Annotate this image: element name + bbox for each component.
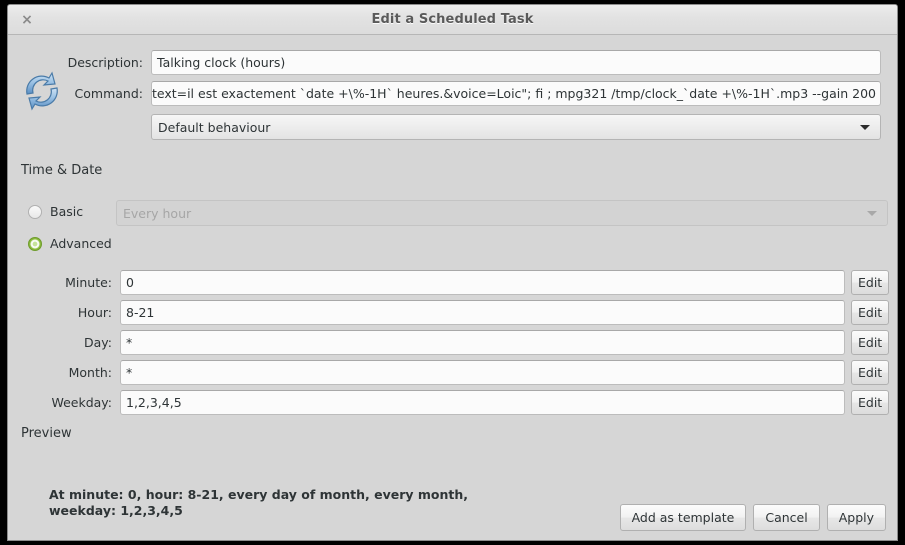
chevron-down-icon — [860, 124, 870, 130]
dialog-content: Description: Talking clock (hours) Comma… — [8, 35, 897, 540]
day-edit-button[interactable]: Edit — [851, 330, 890, 355]
hour-value: 8-21 — [126, 305, 155, 320]
command-input[interactable]: ct&text=il est exactement `date +\%-1H` … — [151, 81, 881, 106]
basic-schedule-value: Every hour — [123, 205, 192, 221]
cron-row-minute: Minute: 0 Edit — [8, 270, 897, 295]
minute-edit-button[interactable]: Edit — [851, 270, 890, 295]
title-bar: × Edit a Scheduled Task — [8, 5, 897, 35]
behaviour-combobox[interactable]: Default behaviour — [151, 114, 881, 140]
dialog-window: × Edit a Scheduled Task Description: Tal… — [7, 4, 898, 541]
month-label: Month: — [68, 365, 112, 380]
behaviour-row: Default behaviour — [8, 114, 897, 140]
radio-basic-indicator — [28, 204, 42, 219]
command-label: Command: — [74, 86, 143, 101]
weekday-value: 1,2,3,4,5 — [126, 395, 182, 410]
chevron-down-icon — [867, 210, 877, 216]
month-edit-button[interactable]: Edit — [851, 360, 890, 385]
radio-advanced-indicator — [28, 236, 42, 251]
cron-row-weekday: Weekday: 1,2,3,4,5 Edit — [8, 390, 897, 415]
hour-input[interactable]: 8-21 — [120, 300, 845, 325]
close-icon[interactable]: × — [18, 11, 36, 29]
month-input[interactable]: * — [120, 360, 845, 385]
weekday-edit-button[interactable]: Edit — [851, 390, 890, 415]
hour-edit-button[interactable]: Edit — [851, 300, 890, 325]
apply-button[interactable]: Apply — [826, 504, 886, 531]
description-input[interactable]: Talking clock (hours) — [151, 50, 881, 75]
day-input[interactable]: * — [120, 330, 845, 355]
time-date-heading: Time & Date — [21, 163, 103, 178]
month-value: * — [126, 365, 133, 380]
hour-label: Hour: — [77, 305, 112, 320]
radio-basic-label: Basic — [50, 204, 84, 219]
dialog-footer: Add as template Cancel Apply — [619, 504, 886, 531]
weekday-label: Weekday: — [51, 395, 112, 410]
preview-heading: Preview — [21, 426, 72, 441]
radio-basic[interactable]: Basic — [28, 204, 83, 219]
description-label: Description: — [67, 55, 143, 70]
description-value: Talking clock (hours) — [157, 55, 286, 70]
cron-row-month: Month: * Edit — [8, 360, 897, 385]
cron-row-day: Day: * Edit — [8, 330, 897, 355]
minute-value: 0 — [126, 275, 134, 290]
preview-text: At minute: 0, hour: 8-21, every day of m… — [49, 487, 469, 518]
radio-advanced[interactable]: Advanced — [28, 236, 112, 251]
cancel-button[interactable]: Cancel — [753, 504, 820, 531]
cron-row-hour: Hour: 8-21 Edit — [8, 300, 897, 325]
day-label: Day: — [84, 335, 112, 350]
add-as-template-button[interactable]: Add as template — [619, 504, 747, 531]
radio-advanced-label: Advanced — [50, 236, 112, 251]
basic-schedule-combobox: Every hour — [116, 200, 888, 226]
behaviour-value: Default behaviour — [158, 119, 271, 135]
window-title: Edit a Scheduled Task — [371, 12, 534, 27]
command-row: Command: ct&text=il est exactement `date… — [8, 81, 897, 106]
minute-input[interactable]: 0 — [120, 270, 845, 295]
description-row: Description: Talking clock (hours) — [8, 50, 897, 75]
minute-label: Minute: — [65, 275, 112, 290]
weekday-input[interactable]: 1,2,3,4,5 — [120, 390, 845, 415]
command-value: ct&text=il est exactement `date +\%-1H` … — [151, 86, 876, 101]
day-value: * — [126, 335, 133, 350]
